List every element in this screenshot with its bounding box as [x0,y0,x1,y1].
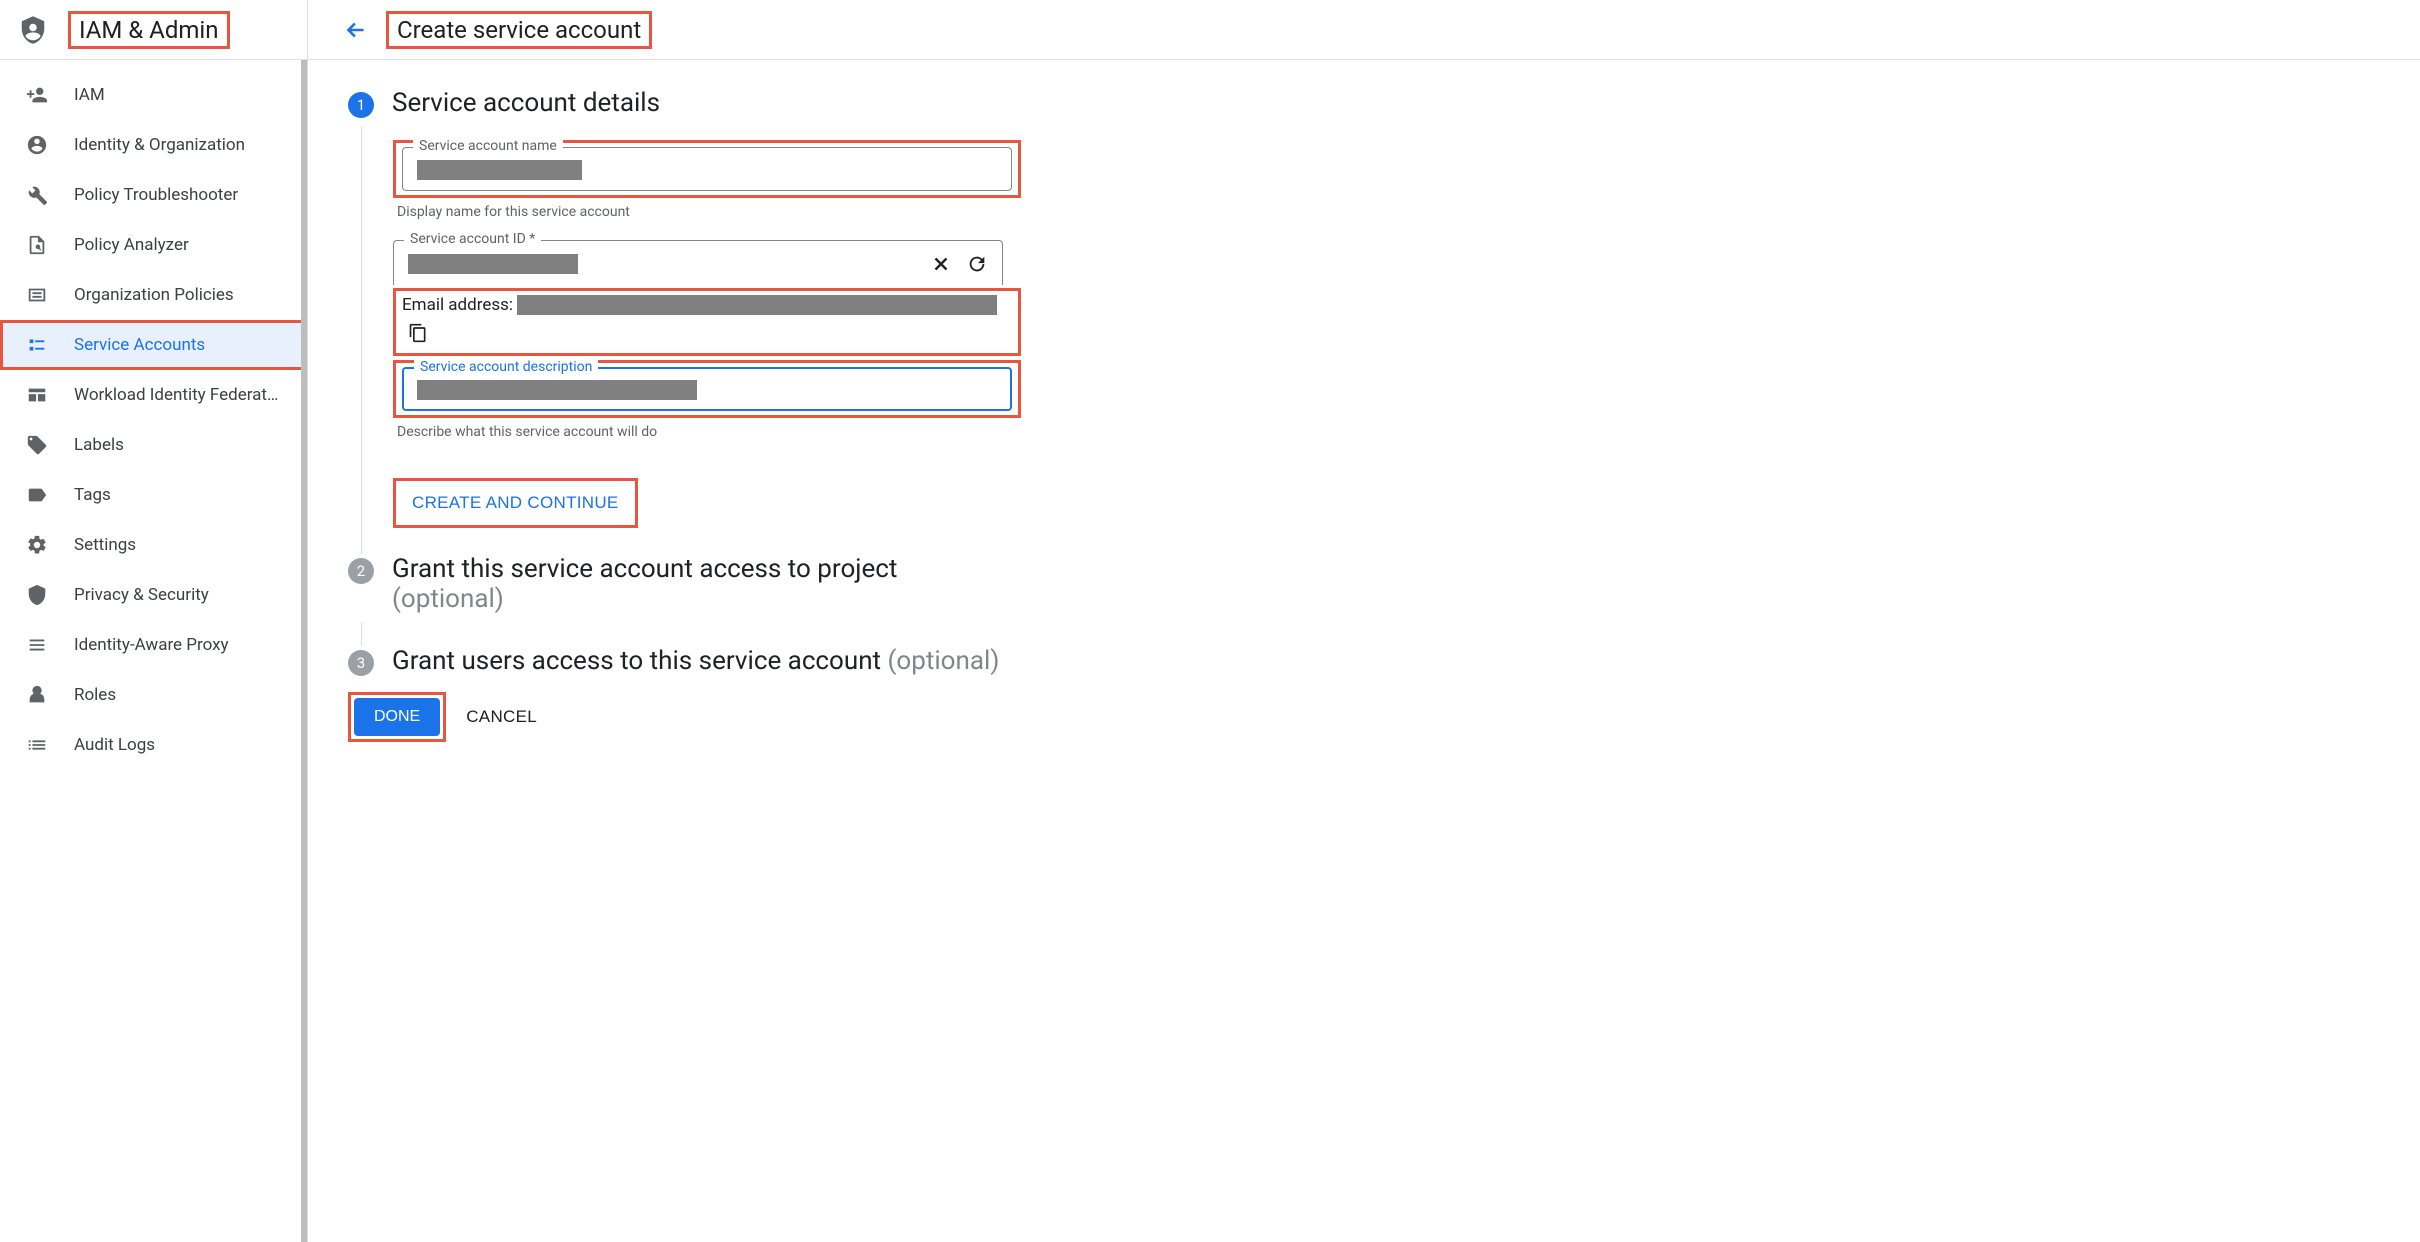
service-account-description-field[interactable]: Service account description [402,367,1012,411]
shield-icon [26,584,48,606]
sidebar-header: IAM & Admin [0,0,307,60]
sidebar-item-service-accounts[interactable]: Service Accounts [0,320,307,370]
step-1-body: Service account name Display name for th… [361,126,2420,554]
sidebar-item-policy-troubleshooter[interactable]: Policy Troubleshooter [0,170,307,220]
step-2-title: Grant this service account access to pro… [392,554,897,614]
highlight-email-block: Email address: [393,288,1021,356]
step-1-badge: 1 [348,92,374,118]
sidebar-item-identity-organization[interactable]: Identity & Organization [0,120,307,170]
step-3-title: Grant users access to this service accou… [392,646,999,676]
step-3-optional: (optional) [888,646,1000,676]
name-field-value-redacted [417,160,582,180]
sidebar-label: Identity-Aware Proxy [74,635,229,655]
highlight-done-button: DONE [348,692,446,742]
sidebar-item-iam[interactable]: IAM [0,70,307,120]
done-button[interactable]: DONE [354,698,440,736]
desc-field-helper: Describe what this service account will … [397,424,2420,440]
step-2-badge: 2 [348,558,374,584]
highlight-page-title: Create service account [386,11,652,49]
sidebar-item-audit-logs[interactable]: Audit Logs [0,720,307,770]
copy-email-icon[interactable] [408,323,1012,343]
main: Create service account 1 Service account… [308,0,2420,1242]
person-circle-icon [26,134,48,156]
service-account-name-field[interactable]: Service account name [402,147,1012,191]
email-row: Email address: [402,295,1012,315]
content: 1 Service account details Service accoun… [308,60,2420,1242]
roles-icon [26,684,48,706]
sidebar-item-roles[interactable]: Roles [0,670,307,720]
sidebar-label: Identity & Organization [74,135,245,155]
sidebar-item-privacy-security[interactable]: Privacy & Security [0,570,307,620]
service-account-id-field[interactable]: Service account ID * [393,240,1003,285]
sidebar-label: Organization Policies [74,285,234,305]
name-field-helper: Display name for this service account [397,204,2420,220]
sidebar: IAM & Admin IAM Identity & Organization … [0,0,308,1242]
step-3-badge: 3 [348,650,374,676]
email-value-redacted [517,295,997,315]
list-box-icon [26,284,48,306]
cancel-button[interactable]: CANCEL [466,707,537,727]
step-1-header: 1 Service account details [348,88,2420,118]
sidebar-label: Service Accounts [74,335,205,355]
sidebar-nav: IAM Identity & Organization Policy Troub… [0,60,307,770]
sidebar-item-labels[interactable]: Labels [0,420,307,470]
sidebar-item-organization-policies[interactable]: Organization Policies [0,270,307,320]
step-2-header[interactable]: 2 Grant this service account access to p… [348,554,2420,614]
gear-icon [26,534,48,556]
sidebar-label: Privacy & Security [74,585,209,605]
sidebar-item-workload-identity-federation[interactable]: Workload Identity Federat… [0,370,307,420]
person-add-icon [26,84,48,106]
id-field-wrap: Service account ID * [393,240,2420,285]
step-2-optional: (optional) [392,584,504,614]
audit-logs-icon [26,734,48,756]
step-3-header[interactable]: 3 Grant users access to this service acc… [348,646,2420,676]
sidebar-label: Tags [74,485,111,505]
highlight-name-field: Service account name [393,140,1021,198]
tags-icon [26,484,48,506]
sidebar-label: Roles [74,685,116,705]
policy-analyzer-icon [26,234,48,256]
sidebar-label: Policy Troubleshooter [74,185,238,205]
desc-field-label: Service account description [414,359,598,375]
regenerate-id-icon[interactable] [966,253,988,275]
service-account-icon [26,334,48,356]
sidebar-item-settings[interactable]: Settings [0,520,307,570]
bottom-actions: DONE CANCEL [348,692,2420,742]
highlight-description-field: Service account description [393,360,1021,418]
sidebar-item-tags[interactable]: Tags [0,470,307,520]
tag-icon [26,434,48,456]
sidebar-label: Settings [74,535,136,555]
sidebar-title: IAM & Admin [79,16,219,44]
highlight-create-button: CREATE AND CONTINUE [393,478,638,528]
id-field-value-redacted [408,254,578,274]
step-2-body [361,622,2420,646]
main-header: Create service account [308,0,2420,60]
copy-row [408,323,1012,343]
iap-icon [26,634,48,656]
highlight-sidebar-title: IAM & Admin [68,11,230,49]
sidebar-item-policy-analyzer[interactable]: Policy Analyzer [0,220,307,270]
id-field-label: Service account ID * [404,231,541,247]
step-1-title: Service account details [392,88,660,118]
page-title: Create service account [397,16,641,44]
desc-field-value-redacted [417,380,697,400]
create-and-continue-button[interactable]: CREATE AND CONTINUE [398,483,633,523]
sidebar-label: Policy Analyzer [74,235,189,255]
step-3-title-text: Grant users access to this service accou… [392,646,888,676]
workload-icon [26,384,48,406]
clear-id-icon[interactable] [930,253,952,275]
sidebar-label: Labels [74,435,124,455]
step-2-title-text: Grant this service account access to pro… [392,554,897,584]
sidebar-label: IAM [74,85,105,105]
sidebar-label: Audit Logs [74,735,155,755]
back-button[interactable] [336,10,376,50]
email-label: Email address: [402,295,513,315]
iam-admin-product-icon [18,15,48,45]
sidebar-label: Workload Identity Federat… [74,385,278,405]
wrench-icon [26,184,48,206]
name-field-label: Service account name [413,138,563,154]
sidebar-item-identity-aware-proxy[interactable]: Identity-Aware Proxy [0,620,307,670]
